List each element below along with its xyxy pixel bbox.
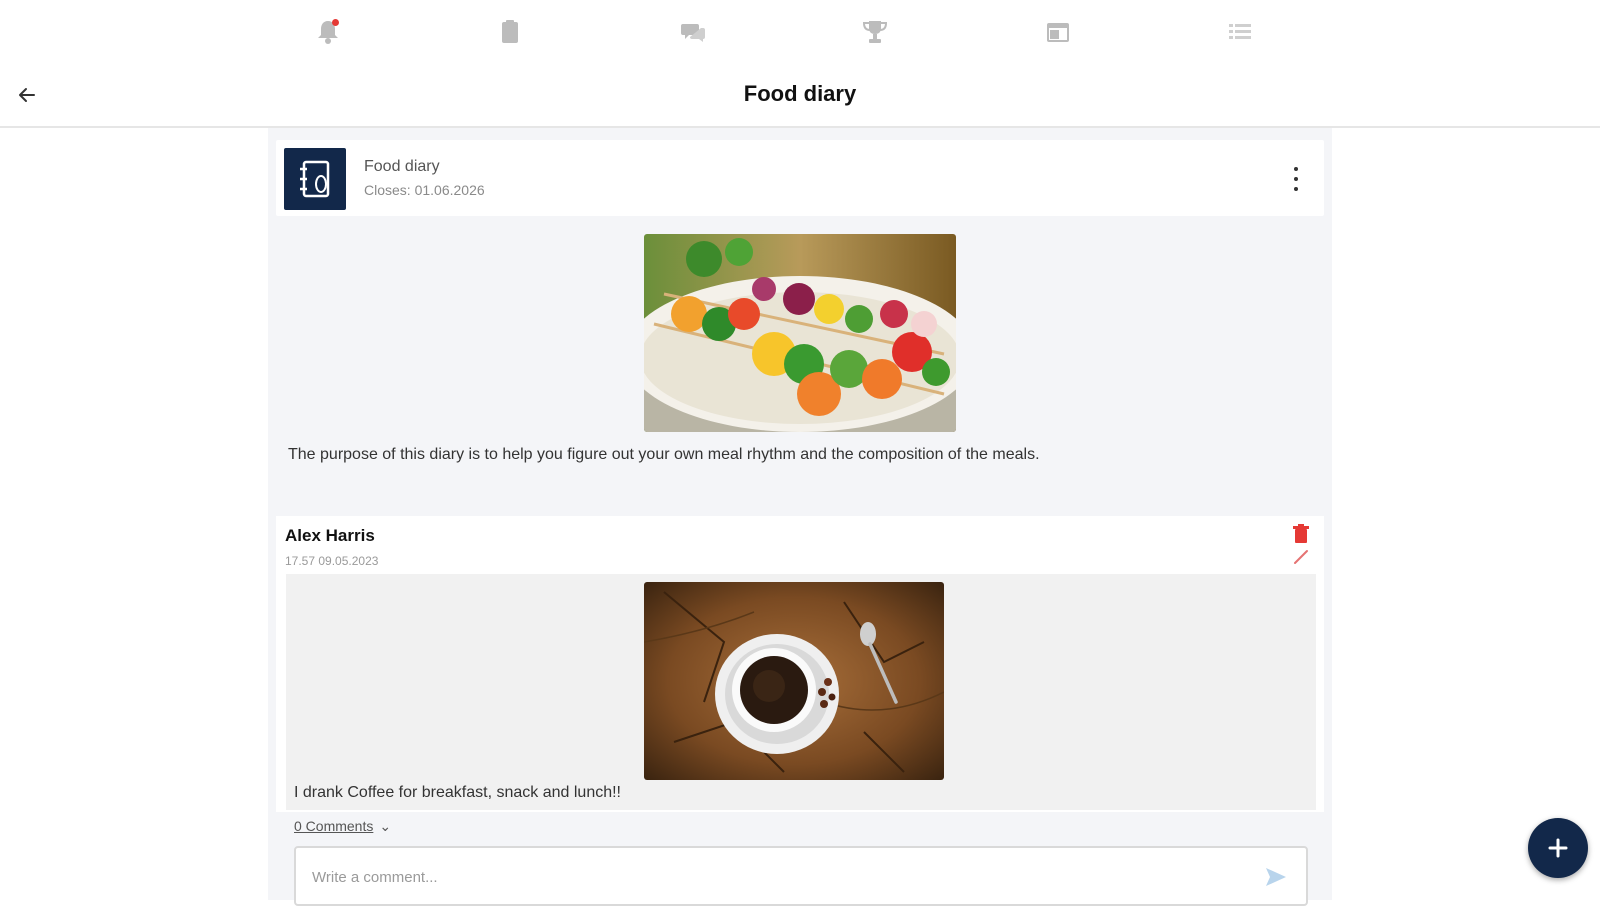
comment-input[interactable] [310,868,1234,887]
list-icon [1229,24,1251,39]
notifications-nav[interactable] [310,16,346,48]
page-header: Food diary [0,64,1600,128]
send-comment-button[interactable] [1264,866,1288,888]
diary-close-date: Closes: 01.06.2026 [364,182,485,198]
list-nav[interactable] [1222,16,1258,48]
comments-toggle[interactable]: 0 Comments ⌄ [294,818,391,835]
diary-entry: Alex Harris 17.57 09.05.2023 I drank Cof… [276,516,1324,812]
send-icon [1266,868,1286,886]
notification-dot [332,19,339,26]
entry-timestamp: 17.57 09.05.2023 [285,554,379,568]
documents-nav[interactable] [492,16,528,48]
page-title: Food diary [743,81,857,106]
trash-icon [1293,524,1309,543]
kebab-dot [1294,177,1298,181]
entry-author: Alex Harris [285,526,375,545]
add-entry-button[interactable] [1528,818,1588,878]
comments-count: 0 Comments [294,818,374,834]
chat-icon [681,24,705,42]
edit-entry-button[interactable] [1292,548,1310,566]
kebab-dot [1294,167,1298,171]
calendar-icon [1047,23,1069,42]
diary-header-card: Food diary Closes: 01.06.2026 [276,140,1324,216]
trophy-icon [862,21,888,43]
calendar-nav[interactable] [1040,16,1076,48]
document-icon [502,20,518,43]
plus-icon [1548,838,1568,858]
diary-content: Food diary Closes: 01.06.2026 The purpos… [268,128,1332,906]
diary-title: Food diary [364,158,440,175]
more-options-button[interactable] [1284,164,1308,194]
achievements-nav[interactable] [857,16,893,48]
entry-text: I drank Coffee for breakfast, snack and … [294,784,621,801]
delete-entry-button[interactable] [1292,524,1310,544]
chevron-down-icon: ⌄ [379,818,392,834]
pencil-icon [1294,550,1308,564]
diary-description: The purpose of this diary is to help you… [288,446,1040,463]
messages-nav[interactable] [675,16,711,48]
entry-photo [644,582,944,780]
diary-logo [284,148,346,210]
top-navigation [0,0,1600,64]
notebook-icon [300,160,330,198]
entry-content: I drank Coffee for breakfast, snack and … [286,574,1316,810]
kebab-dot [1294,187,1298,191]
comment-composer [294,846,1308,906]
diary-cover-image [644,234,956,432]
